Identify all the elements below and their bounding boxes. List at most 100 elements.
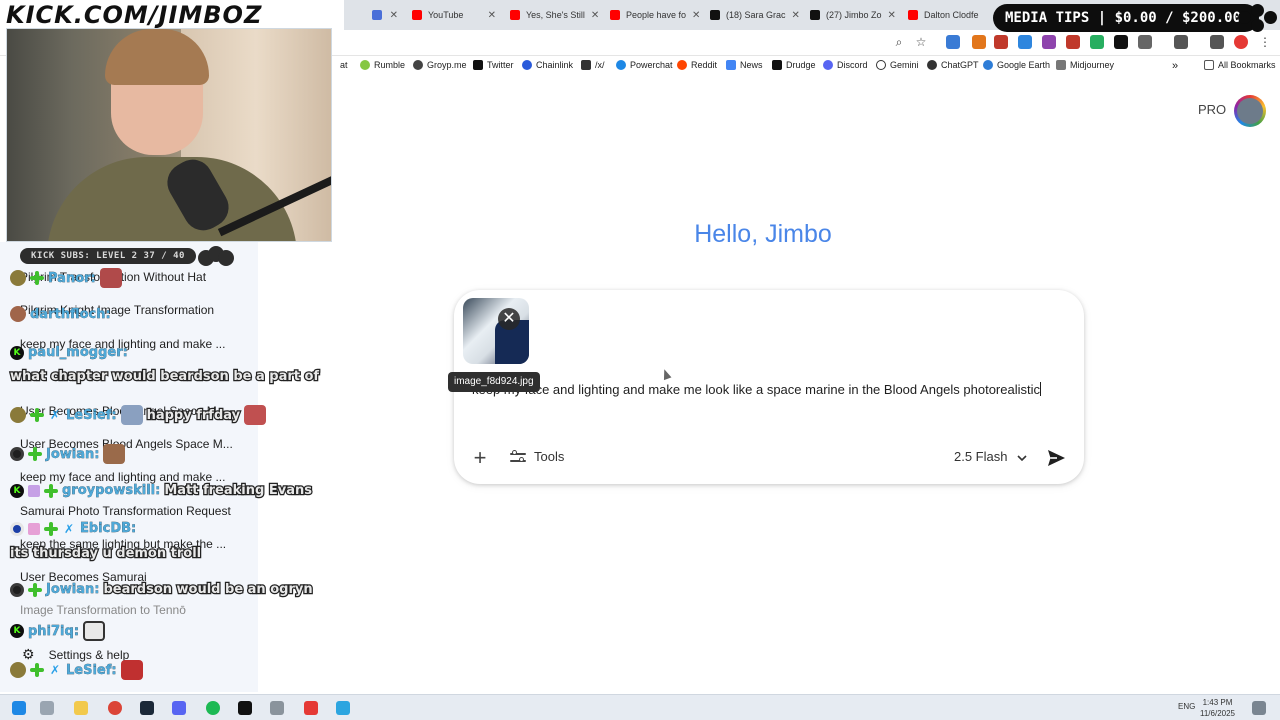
- x-board-icon: [581, 60, 591, 70]
- bookmark-partial[interactable]: at: [340, 60, 348, 70]
- recent-chat-item[interactable]: Samurai Photo Transformation Request: [20, 504, 231, 518]
- tab-video-2[interactable]: Yes, She's Still ✕: [504, 4, 600, 26]
- chat-text: happy frfday: [145, 406, 241, 424]
- moderator-badge-icon: [10, 582, 24, 597]
- extension-icon[interactable]: [1042, 35, 1056, 49]
- steam-icon[interactable]: [140, 701, 154, 715]
- recent-chat-item[interactable]: keep my face and lighting and make ...: [20, 470, 225, 484]
- tab-x-2[interactable]: (27) Jimbo Zo ✕: [804, 4, 900, 26]
- discord-icon[interactable]: [172, 701, 186, 715]
- bookmark-gemini[interactable]: Gemini: [876, 60, 919, 70]
- metamask-icon[interactable]: [972, 35, 986, 49]
- x-icon[interactable]: [1114, 35, 1128, 49]
- chatgpt-icon: [927, 60, 937, 70]
- extension-icon[interactable]: [1018, 35, 1032, 49]
- close-icon[interactable]: ✕: [591, 10, 599, 21]
- chat-username: paul_mogger:: [28, 345, 128, 360]
- plan-badge[interactable]: PRO: [1198, 102, 1226, 117]
- bookmark-news[interactable]: News: [726, 60, 763, 70]
- bookmark-google-earth[interactable]: Google Earth: [983, 60, 1050, 70]
- close-icon[interactable]: ✕: [390, 10, 398, 21]
- spotify-icon[interactable]: [206, 701, 220, 715]
- bookmark-reddit[interactable]: Reddit: [677, 60, 717, 70]
- attachment-thumbnail[interactable]: [463, 298, 529, 364]
- close-icon[interactable]: ✕: [488, 10, 496, 21]
- og-badge-icon: [10, 521, 24, 536]
- close-icon[interactable]: ✕: [888, 10, 896, 21]
- star-icon[interactable]: ☆: [914, 35, 928, 49]
- close-icon[interactable]: ✕: [692, 10, 700, 21]
- extension-icon[interactable]: [1066, 35, 1080, 49]
- app-icon[interactable]: [304, 701, 318, 715]
- add-attachment-button[interactable]: +: [468, 447, 492, 471]
- cast-icon[interactable]: [1174, 35, 1188, 49]
- tab-label: Yes, She's Still: [526, 10, 585, 20]
- avatar: [10, 407, 26, 423]
- folder-icon: [1204, 60, 1214, 70]
- extension-icon[interactable]: [946, 35, 960, 49]
- kebab-menu-icon[interactable]: ⋮: [1258, 35, 1272, 49]
- bookmark-rumble[interactable]: Rumble: [360, 60, 405, 70]
- tab-youtube[interactable]: YouTube ✕: [406, 4, 502, 26]
- zoom-icon[interactable]: ⌕: [892, 35, 906, 49]
- earth-icon: [983, 60, 993, 70]
- bookmark-chatgpt[interactable]: ChatGPT: [927, 60, 979, 70]
- midjourney-icon: [1056, 60, 1066, 70]
- attachment-tooltip: image_f8d924.jpg: [448, 372, 540, 392]
- tab-video-6[interactable]: Dalton Clodfe: [902, 4, 990, 26]
- bookmark-midjourney[interactable]: Midjourney: [1056, 60, 1114, 70]
- tab-x-1[interactable]: (18) Sara Grac ✕: [704, 4, 800, 26]
- all-bookmarks[interactable]: All Bookmarks: [1204, 60, 1276, 70]
- chrome-icon[interactable]: [108, 701, 122, 715]
- close-icon[interactable]: ✕: [792, 10, 800, 21]
- bookmark-chainlink[interactable]: Chainlink: [522, 60, 573, 70]
- profile-icon[interactable]: [1234, 35, 1248, 49]
- tools-label: Tools: [534, 449, 565, 464]
- tab-label: Dalton Clodfe: [924, 10, 979, 20]
- bookmark-drudge[interactable]: Drudge: [772, 60, 816, 70]
- app-icon[interactable]: [270, 701, 284, 715]
- account-avatar[interactable]: [1234, 95, 1266, 127]
- task-view-icon[interactable]: [40, 701, 54, 715]
- clock-date: 11/6/2025: [1200, 709, 1235, 718]
- chevron-right-icon[interactable]: »: [1172, 60, 1178, 72]
- text-caret: [1040, 382, 1041, 396]
- playlist-icon[interactable]: [1210, 35, 1224, 49]
- model-selector[interactable]: 2.5 Flash: [954, 449, 1028, 464]
- windows-start-icon[interactable]: [12, 701, 26, 715]
- bookmark-twitter[interactable]: Twitter: [473, 60, 514, 70]
- extension-icon[interactable]: [1090, 35, 1104, 49]
- bookmark-discord[interactable]: Discord: [823, 60, 868, 70]
- send-button[interactable]: [1044, 446, 1068, 470]
- puzzle-icon[interactable]: [1138, 35, 1152, 49]
- bookmark-powerchat[interactable]: Powerchat: [616, 60, 673, 70]
- language-indicator[interactable]: ENG: [1178, 702, 1195, 711]
- system-clock[interactable]: 1:43 PM 11/6/2025: [1200, 697, 1235, 719]
- tab-video-3[interactable]: People have fo ✕: [604, 4, 700, 26]
- avatar: [10, 306, 26, 322]
- send-icon: [1044, 450, 1068, 474]
- file-explorer-icon[interactable]: [74, 701, 88, 715]
- tab-favicon-icon: [372, 10, 382, 20]
- tab-label: People have fo: [626, 10, 687, 20]
- terminal-icon[interactable]: [238, 701, 252, 715]
- close-icon[interactable]: ✕: [498, 308, 520, 330]
- sub-badge-icon: [44, 521, 58, 536]
- bookmark-groyp[interactable]: Groyp.me: [413, 60, 467, 70]
- chat-username: phi7iq:: [28, 623, 80, 639]
- chat-message: ✗ LeSief: happy frfday: [10, 405, 267, 425]
- tools-button[interactable]: Tools: [510, 449, 564, 464]
- telegram-icon[interactable]: [336, 701, 350, 715]
- kick-subs-progress: KICK SUBS: LEVEL 2 37 / 40: [20, 248, 196, 264]
- tab-partial[interactable]: ✕: [366, 4, 404, 26]
- prompt-input[interactable]: keep my face and lighting and make me lo…: [472, 380, 1062, 400]
- recent-chat-item[interactable]: Image Transformation to Tennō: [20, 603, 186, 617]
- chat-message: K groypowskill: Matt freaking Evans: [10, 482, 313, 499]
- kick-badge-icon: K: [10, 345, 24, 360]
- bookmark-x-board[interactable]: /x/: [581, 60, 605, 70]
- extension-icon[interactable]: [994, 35, 1008, 49]
- youtube-icon: [412, 10, 422, 20]
- tab-label: (27) Jimbo Zo: [826, 10, 882, 20]
- notification-icon[interactable]: [1252, 701, 1266, 715]
- chat-message: ✗ EbicDB:: [10, 521, 136, 536]
